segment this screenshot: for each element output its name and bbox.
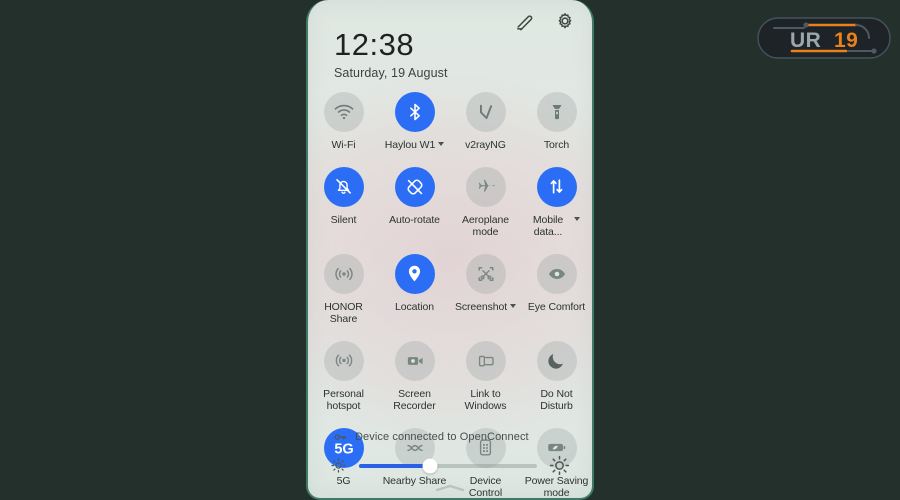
tile-label: Screen Recorder [393,387,436,413]
tile-icon-circle [323,340,364,381]
moon-icon [548,354,563,369]
tile-icon-circle [394,253,435,294]
tile-mobile-data[interactable]: Mobile data... [521,163,592,239]
vpn-status-text: Device connected to OpenConnect [355,431,529,443]
panel-header-actions [514,10,576,32]
tile-do-not-disturb[interactable]: Do Not Disturb [521,337,592,413]
tile-label: Power Saving mode [524,474,589,499]
tile-label: HONOR Share [324,300,363,326]
tile-row: Wi-Fi Haylou W1 v2rayNG Torch [308,88,592,152]
tile-label: Torch [543,139,570,151]
sun-large-icon[interactable] [549,455,570,476]
video-camera-icon [407,356,423,365]
tile-icon-circle [394,340,435,381]
clock-time: 12:38 [334,27,415,62]
bell-muted-icon [336,179,351,194]
tile-icon-circle [465,253,506,294]
tile-icon-circle [465,166,506,207]
tile-icon-circle [323,253,364,294]
tile-wifi[interactable]: Wi-Fi [308,88,379,152]
tile-screen-recorder[interactable]: Screen Recorder [379,337,450,413]
tile-row: Silent Auto-rotate Aeroplane mode Mobile… [308,163,592,239]
tile-eye-comfort[interactable]: Eye Comfort [521,250,592,326]
hotspot-icon [335,353,352,366]
tile-label: Eye Comfort [527,300,586,313]
tile-label: Link to Windows [464,387,507,413]
tile-v2rayng[interactable]: v2rayNG [450,88,521,152]
tile-label: v2rayNG [465,139,506,151]
screenshot-scissors-icon [477,266,494,281]
eye-icon [548,268,565,279]
chevron-down-icon[interactable] [510,303,517,308]
tile-torch[interactable]: Torch [521,88,592,152]
tile-icon-circle [394,92,435,132]
tile-label: Wi-Fi [331,139,356,151]
wifi-icon [334,104,353,120]
location-pin-icon [408,265,421,282]
vpn-status-row[interactable]: Device connected to OpenConnect [333,430,529,444]
tile-label: Haylou W1 [384,139,436,151]
v2rayng-icon [479,104,492,120]
tile-row: HONOR Share Location Screenshot Eye Comf… [308,250,592,326]
mobile-data-icon [550,179,563,194]
tile-icon-circle [536,253,577,294]
tile-silent[interactable]: Silent [308,163,379,239]
quick-settings-panel: 12:38 Saturday, 19 August Wi-Fi Haylou W… [306,0,594,500]
key-icon [334,434,346,440]
clock-date: Saturday, 19 August [334,66,448,80]
auto-rotate-icon [406,178,423,195]
tile-icon-circle [536,92,577,132]
tile-label: Do Not Disturb [540,387,573,413]
tile-bluetooth-haylou-w1[interactable]: Haylou W1 [379,88,450,152]
tile-label: Silent [330,213,357,226]
brightness-fill [359,463,431,468]
sun-small-icon[interactable] [330,457,347,474]
tile-label: Screenshot [454,300,508,313]
tile-icon-circle [465,92,506,132]
tile-icon-circle [323,166,364,207]
tile-icon-circle [465,340,506,381]
tile-icon-circle [394,166,435,207]
bluetooth-icon [409,103,420,121]
watermark-text-primary: UR [790,29,821,52]
tile-icon-circle [323,92,364,132]
pencil-edit-icon[interactable] [514,10,536,32]
watermark-text-accent: 19 [834,29,858,52]
tile-screenshot[interactable]: Screenshot [450,250,521,326]
tile-row: Personal hotspot Screen Recorder Link to… [308,337,592,413]
tile-honor-share[interactable]: HONOR Share [308,250,379,326]
brightness-row [330,455,570,476]
brightness-thumb[interactable] [422,458,438,473]
airplane-icon [478,179,494,192]
tile-label: Personal hotspot [323,387,364,413]
screenshot-root: 12:38 Saturday, 19 August Wi-Fi Haylou W… [0,0,900,500]
tile-label: Mobile data... [532,213,564,239]
tile-icon-circle [536,166,577,207]
link-to-windows-icon [478,355,494,366]
brightness-slider[interactable] [359,458,537,474]
tile-label: Auto-rotate [389,213,440,226]
tile-icon-circle [536,340,577,381]
tile-auto-rotate[interactable]: Auto-rotate [379,163,450,239]
tile-link-to-windows[interactable]: Link to Windows [450,337,521,413]
chevron-down-icon[interactable] [574,216,581,221]
flashlight-icon [552,105,561,120]
tile-label: 5G [336,474,351,487]
tile-personal-hotspot[interactable]: Personal hotspot [308,337,379,413]
tile-label: Device Control [468,474,503,499]
tile-label: Location [395,300,434,313]
clock-block: 12:38 Saturday, 19 August [334,28,448,80]
chevron-down-icon[interactable] [438,142,445,146]
tile-location[interactable]: Location [379,250,450,326]
tile-label: Aeroplane mode [462,213,509,239]
watermark-logo: UR 19 [757,17,891,59]
chevron-handle-icon[interactable] [433,484,467,492]
tile-aeroplane-mode[interactable]: Aeroplane mode [450,163,521,239]
gear-icon[interactable] [554,10,576,32]
honor-share-icon [334,267,353,280]
